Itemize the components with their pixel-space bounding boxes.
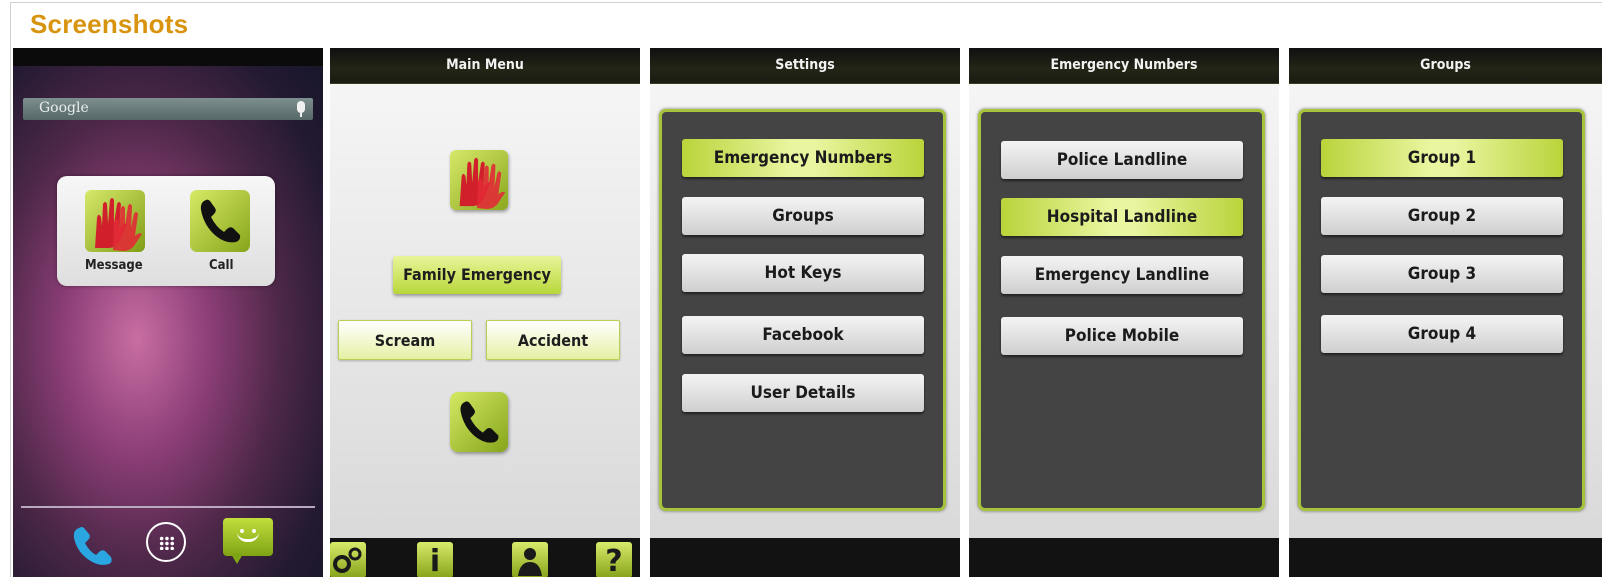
message-label: Message <box>85 258 143 273</box>
emergency-numbers-card: Police Landline Hospital Landline Emerge… <box>978 109 1265 511</box>
settings-card: Emergency Numbers Groups Hot Keys Facebo… <box>659 109 946 511</box>
main-menu-header: Main Menu <box>330 48 640 84</box>
help-icon[interactable]: ? <box>596 542 632 577</box>
settings-header: Settings <box>650 48 960 84</box>
settings-title: Settings <box>775 57 835 73</box>
settings-item-hot-keys[interactable]: Hot Keys <box>682 254 924 292</box>
main-menu-body: Family Emergency Scream Accident <box>330 84 640 544</box>
home-screen-panel: Google Message Call <box>13 48 323 577</box>
call-button[interactable] <box>450 392 508 452</box>
contacts-icon[interactable] <box>512 542 548 577</box>
dock-phone-icon[interactable] <box>71 524 115 572</box>
scream-button[interactable]: Scream <box>338 320 472 360</box>
emergency-item-hospital-landline[interactable]: Hospital Landline <box>1001 198 1243 236</box>
groups-title: Groups <box>1420 57 1471 73</box>
section-title: Screenshots <box>30 9 189 39</box>
group-item-2[interactable]: Group 2 <box>1321 197 1563 235</box>
settings-item-facebook[interactable]: Facebook <box>682 316 924 354</box>
dock-divider <box>21 506 315 508</box>
emergency-numbers-panel: Emergency Numbers Police Landline Hospit… <box>969 48 1279 577</box>
main-menu-toolbar: i ? <box>330 538 640 577</box>
call-widget-button[interactable] <box>190 190 250 252</box>
group-item-3[interactable]: Group 3 <box>1321 255 1563 293</box>
main-menu-panel: Main Menu Family Emergency Scream Accide… <box>330 48 640 577</box>
emergency-numbers-bottom-bar <box>969 538 1279 577</box>
groups-body: Group 1 Group 2 Group 3 Group 4 <box>1289 84 1602 544</box>
microphone-icon[interactable] <box>297 101 305 117</box>
group-item-1[interactable]: Group 1 <box>1321 139 1563 177</box>
groups-header: Groups <box>1289 48 1602 84</box>
groups-bottom-bar <box>1289 538 1602 577</box>
accident-button[interactable]: Accident <box>486 320 620 360</box>
google-search-bar[interactable]: Google <box>23 98 313 120</box>
settings-item-emergency-numbers[interactable]: Emergency Numbers <box>682 139 924 177</box>
hands-icon[interactable] <box>450 150 508 210</box>
groups-card: Group 1 Group 2 Group 3 Group 4 <box>1298 109 1585 511</box>
app-drawer-icon[interactable] <box>146 522 186 562</box>
emergency-numbers-title: Emergency Numbers <box>1050 57 1198 73</box>
emergency-item-police-mobile[interactable]: Police Mobile <box>1001 317 1243 355</box>
phone-icon <box>190 190 250 252</box>
settings-item-user-details[interactable]: User Details <box>682 374 924 412</box>
info-icon[interactable]: i <box>417 542 453 577</box>
emergency-item-emergency-landline[interactable]: Emergency Landline <box>1001 256 1243 294</box>
group-item-4[interactable]: Group 4 <box>1321 315 1563 353</box>
hands-icon <box>85 190 145 252</box>
emergency-numbers-header: Emergency Numbers <box>969 48 1279 84</box>
groups-panel: Groups Group 1 Group 2 Group 3 Group 4 <box>1289 48 1602 577</box>
settings-icon[interactable] <box>330 542 366 577</box>
phone-icon <box>460 401 499 443</box>
call-label: Call <box>209 258 234 273</box>
messaging-icon[interactable] <box>223 518 273 564</box>
settings-item-groups[interactable]: Groups <box>682 197 924 235</box>
emergency-numbers-body: Police Landline Hospital Landline Emerge… <box>969 84 1279 544</box>
main-menu-title: Main Menu <box>446 57 524 73</box>
message-widget-button[interactable] <box>85 190 145 252</box>
family-emergency-button[interactable]: Family Emergency <box>393 256 561 294</box>
settings-panel: Settings Emergency Numbers Groups Hot Ke… <box>650 48 960 577</box>
emergency-item-police-landline[interactable]: Police Landline <box>1001 141 1243 179</box>
settings-bottom-bar <box>650 538 960 577</box>
phone-icon <box>73 527 112 565</box>
settings-body: Emergency Numbers Groups Hot Keys Facebo… <box>650 84 960 544</box>
status-bar <box>13 48 323 66</box>
app-widget: Message Call <box>57 176 275 286</box>
google-search-label: Google <box>39 100 89 116</box>
